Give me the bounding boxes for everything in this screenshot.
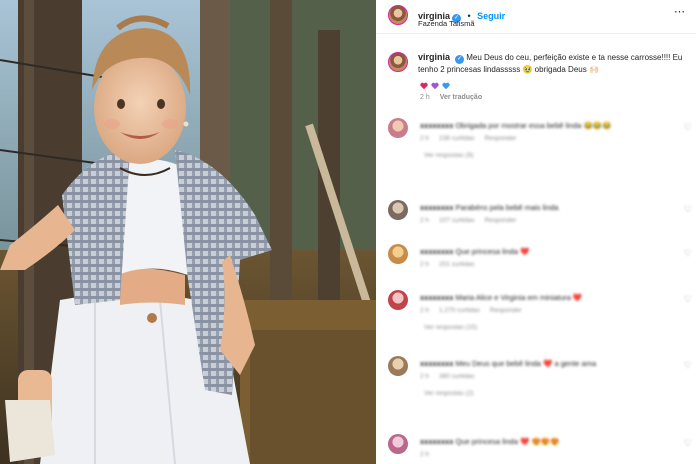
comment-time: 2 h bbox=[420, 217, 430, 224]
comment-meta: 2 h bbox=[420, 451, 670, 458]
caption-avatar[interactable] bbox=[388, 52, 408, 72]
comment-meta: 2 h 238 curtidas Responder bbox=[420, 135, 670, 142]
comment-text: Parabéns pela bebê mais linda bbox=[455, 203, 559, 212]
post-photo-illustration bbox=[0, 0, 376, 464]
follow-button[interactable]: Seguir bbox=[477, 11, 505, 21]
red-heart-icon bbox=[420, 77, 428, 90]
caption-time: 2 h bbox=[420, 94, 430, 101]
commenter-username[interactable]: xxxxxxxx bbox=[420, 293, 453, 302]
comment-text: Que princesa linda ❤️ 😍😍😍 bbox=[455, 437, 560, 446]
view-replies-link[interactable]: Ver respostas (9) bbox=[424, 152, 670, 159]
like-heart-icon[interactable]: ♡ bbox=[684, 360, 692, 371]
commenter-avatar[interactable] bbox=[388, 434, 408, 454]
comment-meta: 2 h 107 curtidas Responder bbox=[420, 217, 670, 224]
commenter-avatar[interactable] bbox=[388, 356, 408, 376]
comment-text: Que princesa linda ❤️ bbox=[455, 247, 530, 256]
post-photo bbox=[0, 0, 376, 464]
commenter-username[interactable]: xxxxxxxx bbox=[420, 203, 453, 212]
ellipsis-icon[interactable]: ⋯ bbox=[674, 5, 686, 18]
see-translation-link[interactable]: Ver tradução bbox=[440, 94, 482, 101]
comment-body: xxxxxxxx Maria Alice e Virginia em minia… bbox=[420, 292, 670, 331]
reply-button[interactable]: Responder bbox=[484, 217, 516, 224]
commenter-username[interactable]: xxxxxxxx bbox=[420, 247, 453, 256]
comment-text: Obrigada por mostrar essa bebê linda 😂😂😂 bbox=[455, 121, 612, 130]
post-caption: virginia ✓ Meu Deus do ceu, perfeição exi… bbox=[418, 52, 688, 75]
comment-text-line: xxxxxxxx Parabéns pela bebê mais linda bbox=[420, 202, 670, 213]
view-replies-link[interactable]: Ver respostas (2) bbox=[424, 390, 670, 397]
comment-meta: 2 h 380 curtidas bbox=[420, 373, 670, 380]
comment-text-line: xxxxxxxx Maria Alice e Virginia em minia… bbox=[420, 292, 670, 303]
commenter-avatar[interactable] bbox=[388, 290, 408, 310]
commenter-username[interactable]: xxxxxxxx bbox=[420, 121, 453, 130]
comment-text-line: xxxxxxxx Que princesa linda ❤️ 😍😍😍 bbox=[420, 436, 670, 447]
comment-text-line: xxxxxxxx Que princesa linda ❤️ bbox=[420, 246, 670, 257]
comment-text-line: xxxxxxxx Meu Deus que bebê linda ❤️ a ge… bbox=[420, 358, 670, 369]
commenter-username[interactable]: xxxxxxxx bbox=[420, 437, 453, 446]
comment-time: 2 h bbox=[420, 307, 430, 314]
comment-time: 2 h bbox=[420, 451, 430, 458]
like-heart-icon[interactable]: ♡ bbox=[684, 294, 692, 305]
commenter-avatar[interactable] bbox=[388, 244, 408, 264]
caption-meta: 2 h Ver tradução bbox=[420, 94, 490, 101]
blue-heart-icon bbox=[442, 77, 450, 90]
comment-text: Maria Alice e Virginia em miniatura ❤️ bbox=[455, 293, 583, 302]
like-heart-icon[interactable]: ♡ bbox=[684, 438, 692, 449]
comment-time: 2 h bbox=[420, 373, 430, 380]
post-detail-panel: virginia ✓ • Seguir Fazenda Talismã ⋯ vir… bbox=[376, 0, 696, 464]
reply-button[interactable]: Responder bbox=[484, 135, 516, 142]
comment-likes[interactable]: 1.270 curtidas bbox=[439, 307, 480, 314]
author-avatar[interactable] bbox=[388, 5, 408, 25]
caption-hearts bbox=[420, 77, 450, 90]
commenter-avatar[interactable] bbox=[388, 200, 408, 220]
verified-badge-icon: ✓ bbox=[455, 55, 465, 64]
comment-text-line: xxxxxxxx Obrigada por mostrar essa bebê … bbox=[420, 120, 670, 131]
comment-time: 2 h bbox=[420, 135, 430, 142]
reply-button[interactable]: Responder bbox=[490, 307, 522, 314]
comment-meta: 2 h 201 curtidas bbox=[420, 261, 670, 268]
comment-body: xxxxxxxx Que princesa linda ❤️ 2 h 201 cu… bbox=[420, 246, 670, 268]
commenter-username[interactable]: xxxxxxxx bbox=[420, 359, 453, 368]
comment-body: xxxxxxxx Parabéns pela bebê mais linda 2… bbox=[420, 202, 670, 224]
like-heart-icon[interactable]: ♡ bbox=[684, 204, 692, 215]
comment-likes[interactable]: 380 curtidas bbox=[439, 373, 474, 380]
comment-likes[interactable]: 201 curtidas bbox=[439, 261, 474, 268]
comment-body: xxxxxxxx Meu Deus que bebê linda ❤️ a ge… bbox=[420, 358, 670, 397]
post-location[interactable]: Fazenda Talismã bbox=[418, 19, 475, 28]
comment-time: 2 h bbox=[420, 261, 430, 268]
like-heart-icon[interactable]: ♡ bbox=[684, 248, 692, 259]
comment-body: xxxxxxxx Que princesa linda ❤️ 😍😍😍 2 h bbox=[420, 436, 670, 458]
commenter-avatar[interactable] bbox=[388, 118, 408, 138]
purple-heart-icon bbox=[431, 77, 439, 90]
comment-likes[interactable]: 107 curtidas bbox=[439, 217, 474, 224]
post-header: virginia ✓ • Seguir Fazenda Talismã ⋯ bbox=[376, 0, 696, 34]
view-replies-link[interactable]: Ver respostas (15) bbox=[424, 324, 670, 331]
comment-meta: 2 h 1.270 curtidas Responder bbox=[420, 307, 670, 314]
comment-body: xxxxxxxx Obrigada por mostrar essa bebê … bbox=[420, 120, 670, 159]
comment-likes[interactable]: 238 curtidas bbox=[439, 135, 474, 142]
comment-text: Meu Deus que bebê linda ❤️ a gente ama bbox=[455, 359, 597, 368]
caption-username[interactable]: virginia bbox=[418, 52, 450, 62]
like-heart-icon[interactable]: ♡ bbox=[684, 122, 692, 133]
